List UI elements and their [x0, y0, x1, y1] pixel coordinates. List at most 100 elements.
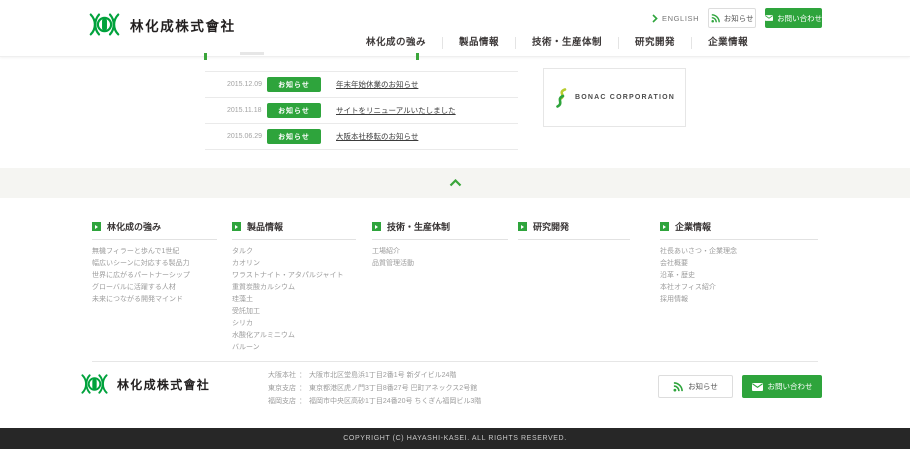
news-link[interactable]: 年末年始休業のお知らせ: [336, 79, 418, 90]
company-addresses: 大阪本社 ： 大阪市北区堂島浜1丁目2番1号 新ダイビル24階 東京支店 ： 東…: [268, 369, 481, 408]
news-badge: お知らせ: [267, 103, 321, 118]
footer-link[interactable]: 受託加工: [232, 306, 356, 318]
address-value: 福岡市中央区高砂1丁目24番20号 ちくぎん福岡ビル3階: [309, 395, 481, 408]
arrow-marker-icon: [518, 222, 527, 231]
footer-link[interactable]: 沿革・歴史: [660, 270, 818, 282]
footer-logo[interactable]: 林化成株式會社: [80, 372, 210, 396]
footer-link[interactable]: タルク: [232, 246, 356, 258]
footer-link[interactable]: カオリン: [232, 258, 356, 270]
nav-item-strengths[interactable]: 林化成の強み: [350, 37, 442, 49]
footer-link[interactable]: 幅広いシーンに対応する製品力: [92, 258, 217, 270]
footer-link[interactable]: 社長あいさつ・企業理念: [660, 246, 818, 258]
hayashi-kasei-logo-icon: [88, 11, 121, 38]
news-date: 2015.11.18: [227, 107, 267, 114]
address-line: 福岡支店 ： 福岡市中央区高砂1丁目24番20号 ちくぎん福岡ビル3階: [268, 395, 481, 408]
footer-heading-label: 技術・生産体制: [387, 220, 450, 233]
footer-column-technology: 技術・生産体制 工場紹介 品質管理活動: [372, 220, 508, 270]
footer-column-heading[interactable]: 林化成の強み: [92, 220, 217, 240]
nav-item-technology[interactable]: 技術・生産体制: [515, 37, 618, 49]
main-nav: 林化成の強み 製品情報 技術・生産体制 研究開発 企業情報: [350, 30, 764, 56]
footer-link[interactable]: 工場紹介: [372, 246, 508, 258]
news-link[interactable]: 大阪本社移転のお知らせ: [336, 131, 418, 142]
news-row: 2015.12.09 お知らせ 年末年始休業のお知らせ: [205, 72, 518, 98]
news-date: 2015.06.29: [227, 133, 267, 140]
content-remnant-mark: [416, 53, 419, 60]
content-remnant-mark: [204, 53, 207, 60]
scroll-to-top-button[interactable]: [449, 179, 462, 187]
footer-link[interactable]: 品質管理活動: [372, 258, 508, 270]
news-button[interactable]: お知らせ: [708, 8, 756, 28]
nav-item-products[interactable]: 製品情報: [442, 37, 515, 49]
footer-link[interactable]: グローバルに活躍する人材: [92, 282, 217, 294]
footer-column-heading[interactable]: 技術・生産体制: [372, 220, 508, 240]
arrow-marker-icon: [92, 222, 101, 231]
address-separator: ：: [299, 382, 306, 395]
site-logo-text: 林化成株式會社: [130, 15, 236, 35]
footer-link[interactable]: 会社概要: [660, 258, 818, 270]
footer-link[interactable]: 世界に広がるパートナーシップ: [92, 270, 217, 282]
chevron-up-icon: [449, 179, 462, 187]
footer-column-strengths: 林化成の強み 無機フィラーと歩んで1世紀 幅広いシーンに対応する製品力 世界に広…: [92, 220, 217, 306]
english-link[interactable]: ENGLISH: [652, 14, 699, 23]
footer-link[interactable]: 重質炭酸カルシウム: [232, 282, 356, 294]
footer-logo-text: 林化成株式會社: [117, 376, 210, 393]
footer-column-heading[interactable]: 企業情報: [660, 220, 818, 240]
footer-link[interactable]: ワラストナイト・アタパルジャイト: [232, 270, 356, 282]
bonac-banner[interactable]: BONAC CORPORATION: [543, 68, 686, 127]
footer-column-heading[interactable]: 製品情報: [232, 220, 356, 240]
rss-icon: [711, 14, 720, 23]
bonac-helix-icon: [554, 88, 569, 108]
footer-heading-label: 企業情報: [675, 220, 711, 233]
address-value: 東京都港区虎ノ門3丁目8番27号 巴町アネックス2号館: [309, 382, 477, 395]
page: 林化成株式會社 ENGLISH お知らせ: [0, 0, 910, 449]
footer-heading-label: 製品情報: [247, 220, 283, 233]
contact-button-label: お問い合わせ: [777, 13, 822, 24]
footer-link[interactable]: 本社オフィス紹介: [660, 282, 818, 294]
footer-heading-label: 林化成の強み: [107, 220, 161, 233]
news-row: 2015.06.29 お知らせ 大阪本社移転のお知らせ: [205, 124, 518, 150]
address-label: 東京支店: [268, 382, 296, 395]
footer-link[interactable]: 採用情報: [660, 294, 818, 306]
footer-link-list: 無機フィラーと歩んで1世紀 幅広いシーンに対応する製品力 世界に広がるパートナー…: [92, 246, 217, 306]
footer-column-heading[interactable]: 研究開発: [518, 220, 630, 240]
footer-news-button[interactable]: お知らせ: [658, 375, 733, 398]
address-line: 大阪本社 ： 大阪市北区堂島浜1丁目2番1号 新ダイビル24階: [268, 369, 481, 382]
footer-divider: [92, 361, 818, 362]
footer-link[interactable]: シリカ: [232, 318, 356, 330]
footer-link[interactable]: バルーン: [232, 342, 356, 354]
footer-news-button-label: お知らせ: [688, 381, 718, 392]
nav-item-company[interactable]: 企業情報: [691, 37, 764, 49]
news-date: 2015.12.09: [227, 81, 267, 88]
news-badge: お知らせ: [267, 129, 321, 144]
footer-column-rd: 研究開発: [518, 220, 630, 246]
rss-icon: [673, 382, 683, 392]
site-logo[interactable]: 林化成株式會社: [88, 11, 236, 38]
news-badge: お知らせ: [267, 77, 321, 92]
hayashi-kasei-logo-icon: [80, 372, 109, 396]
address-line: 東京支店 ： 東京都港区虎ノ門3丁目8番27号 巴町アネックス2号館: [268, 382, 481, 395]
news-button-label: お知らせ: [724, 13, 754, 24]
news-link[interactable]: サイトをリニューアルいたしました: [336, 105, 456, 116]
nav-item-rd[interactable]: 研究開発: [618, 37, 691, 49]
footer-link[interactable]: 水酸化アルミニウム: [232, 330, 356, 342]
footer-link-list: タルク カオリン ワラストナイト・アタパルジャイト 重質炭酸カルシウム 珪藻土 …: [232, 246, 356, 354]
address-label: 福岡支店: [268, 395, 296, 408]
mail-icon: [765, 14, 773, 22]
footer-link[interactable]: 無機フィラーと歩んで1世紀: [92, 246, 217, 258]
footer-contact-button[interactable]: お問い合わせ: [742, 375, 822, 398]
address-label: 大阪本社: [268, 369, 296, 382]
footer-nav: 林化成の強み 無機フィラーと歩んで1世紀 幅広いシーンに対応する製品力 世界に広…: [0, 220, 910, 360]
address-separator: ：: [299, 369, 306, 382]
mail-icon: [752, 383, 763, 391]
chevron-right-icon: [652, 14, 658, 23]
address-value: 大阪市北区堂島浜1丁目2番1号 新ダイビル24階: [309, 369, 456, 382]
footer-link[interactable]: 珪藻土: [232, 294, 356, 306]
footer-link-list: 工場紹介 品質管理活動: [372, 246, 508, 270]
contact-button[interactable]: お問い合わせ: [765, 8, 822, 28]
news-list: 2015.12.09 お知らせ 年末年始休業のお知らせ 2015.11.18 お…: [205, 71, 518, 150]
header-utilities: ENGLISH お知らせ お問い合わせ: [652, 8, 822, 28]
footer-column-company: 企業情報 社長あいさつ・企業理念 会社概要 沿革・歴史 本社オフィス紹介 採用情…: [660, 220, 818, 306]
footer-link[interactable]: 未来につながる開発マインド: [92, 294, 217, 306]
site-header: 林化成株式會社 ENGLISH お知らせ: [0, 0, 910, 57]
copyright-bar: COPYRIGHT (C) HAYASHI-KASEI. ALL RIGHTS …: [0, 428, 910, 449]
